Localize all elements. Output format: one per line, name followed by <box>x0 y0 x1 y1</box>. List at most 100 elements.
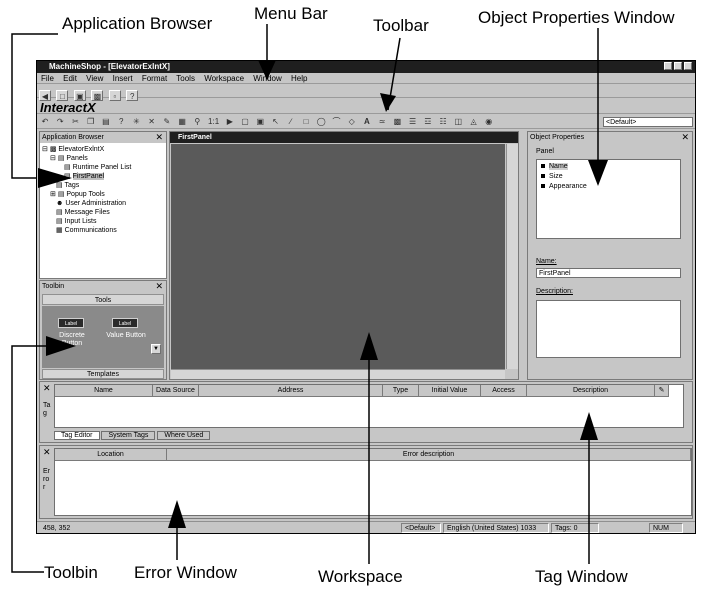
tree-item-firstpanel[interactable]: ▤ FirstPanel <box>42 172 131 181</box>
col-error-description[interactable]: Error description <box>167 449 691 461</box>
property-appearance[interactable]: Appearance <box>541 182 676 192</box>
cut-icon[interactable]: ✂ <box>69 116 81 127</box>
discrete-button-tool[interactable]: Label <box>58 318 84 328</box>
menu-format[interactable]: Format <box>142 74 167 83</box>
property-name[interactable]: Name <box>541 162 676 172</box>
col-initial-value[interactable]: Initial Value <box>419 385 481 397</box>
color-icon[interactable]: ◉ <box>483 116 495 127</box>
communications-icon: ▦ <box>56 227 63 234</box>
undo-icon[interactable]: ↶ <box>39 116 51 127</box>
list-icon: ▤ <box>64 164 71 171</box>
folder-icon: ▤ <box>56 218 63 225</box>
menu-window[interactable]: Window <box>253 74 281 83</box>
tree-item-communications[interactable]: ▦ Communications <box>42 226 131 235</box>
tree-item-input-lists[interactable]: ▤ Input Lists <box>42 217 131 226</box>
align-icon[interactable]: ☰ <box>407 116 419 127</box>
col-description[interactable]: Description <box>527 385 655 397</box>
menu-edit[interactable]: Edit <box>63 74 77 83</box>
workspace-vertical-scrollbar[interactable] <box>506 144 518 369</box>
zoom-actual-icon[interactable]: 1:1 <box>207 116 221 127</box>
close-button[interactable] <box>684 62 692 70</box>
tab-tag-editor[interactable]: Tag Editor <box>54 431 100 440</box>
delete-icon[interactable]: ✕ <box>146 116 158 127</box>
style-select[interactable]: <Default> <box>603 117 693 127</box>
col-access[interactable]: Access <box>481 385 527 397</box>
property-list: Name Size Appearance <box>536 159 681 239</box>
edit-column-icon[interactable]: ✎ <box>655 385 669 397</box>
close-icon[interactable]: ✕ <box>155 281 163 292</box>
callout-tag-window: Tag Window <box>535 567 628 586</box>
bullet-icon <box>541 174 545 179</box>
text-icon[interactable]: A <box>361 116 373 127</box>
group-icon[interactable]: ◫ <box>452 116 464 127</box>
description-field[interactable] <box>536 300 681 358</box>
line-icon[interactable]: ∕ <box>285 116 297 127</box>
close-icon[interactable]: ✕ <box>43 447 51 458</box>
help-pointer-icon[interactable]: ? <box>115 116 127 127</box>
col-data-source[interactable]: Data Source <box>153 385 199 397</box>
col-type[interactable]: Type <box>383 385 419 397</box>
close-icon[interactable]: ✕ <box>43 383 51 394</box>
callout-toolbin: Toolbin <box>44 563 98 582</box>
run-icon[interactable]: ▶ <box>224 116 236 127</box>
scroll-down-icon[interactable]: ▼ <box>151 344 161 354</box>
workspace-horizontal-scrollbar[interactable] <box>171 369 505 379</box>
tree-item-panels[interactable]: ⊟ ▤ Panels <box>42 154 131 163</box>
copy-icon[interactable]: ❐ <box>85 116 97 127</box>
tag-grid: Name Data Source Address Type Initial Va… <box>54 384 684 428</box>
error-list: Location Error description <box>54 448 692 516</box>
minimize-button[interactable] <box>664 62 673 70</box>
distribute-icon[interactable]: ☲ <box>422 116 434 127</box>
ungroup-icon[interactable]: ◬ <box>468 116 480 127</box>
menu-tools[interactable]: Tools <box>176 74 195 83</box>
tree-item-message-files[interactable]: ▤ Message Files <box>42 208 131 217</box>
close-icon[interactable]: ✕ <box>155 132 163 143</box>
property-size[interactable]: Size <box>541 172 676 182</box>
col-name[interactable]: Name <box>55 385 153 397</box>
sparkle-icon[interactable]: ✳ <box>130 116 142 127</box>
menu-workspace[interactable]: Workspace <box>204 74 244 83</box>
edit-icon[interactable]: ✎ <box>161 116 173 127</box>
tab-system-tags[interactable]: System Tags <box>101 431 156 440</box>
panel-icon[interactable]: ▢ <box>239 116 251 127</box>
close-icon[interactable]: ✕ <box>681 132 689 143</box>
arc-icon[interactable]: ⌒ <box>330 116 342 127</box>
restore-button[interactable] <box>674 62 683 70</box>
tab-where-used[interactable]: Where Used <box>157 431 211 440</box>
image-icon[interactable]: ▩ <box>391 116 403 127</box>
menu-insert[interactable]: Insert <box>113 74 133 83</box>
polygon-icon[interactable]: ◇ <box>346 116 358 127</box>
tree-item-root[interactable]: ⊟ ▩ ElevatorExlntX <box>42 145 131 154</box>
folder-icon: ▤ <box>56 209 63 216</box>
col-address[interactable]: Address <box>199 385 383 397</box>
cursor-coordinates: 458, 352 <box>43 525 71 532</box>
tree-item-tags[interactable]: ▤ Tags <box>42 181 131 190</box>
paste-icon[interactable]: ▤ <box>100 116 112 127</box>
redo-icon[interactable]: ↷ <box>54 116 66 127</box>
tree-item-runtime-panel-list[interactable]: ▤ Runtime Panel List <box>42 163 131 172</box>
toolbin-tools-header[interactable]: Tools <box>42 294 164 305</box>
name-field[interactable]: FirstPanel <box>536 268 681 278</box>
menu-help[interactable]: Help <box>291 74 307 83</box>
window-icon[interactable]: ▣ <box>254 116 266 127</box>
menu-view[interactable]: View <box>86 74 103 83</box>
zoom-icon[interactable]: ⚲ <box>191 116 203 127</box>
callout-error-window: Error Window <box>134 563 237 582</box>
toolbin-templates-header[interactable]: Templates <box>42 369 164 379</box>
menu-file[interactable]: File <box>41 74 54 83</box>
workspace-canvas[interactable] <box>171 144 505 369</box>
name-label: Name: <box>536 258 557 265</box>
tree-item-popup-tools[interactable]: ⊞ ▤ Popup Tools <box>42 190 131 199</box>
callout-menu-bar: Menu Bar <box>254 4 328 23</box>
ellipse-icon[interactable]: ◯ <box>315 116 327 127</box>
polyline-icon[interactable]: ≃ <box>376 116 388 127</box>
drawing-toolbar: ↶ ↷ ✂ ❐ ▤ ? ✳ ✕ ✎ ▦ ⚲ 1:1 ▶ ▢ ▣ ↖ ∕ □ ◯ … <box>37 115 695 129</box>
order-icon[interactable]: ☷ <box>437 116 449 127</box>
value-button-tool[interactable]: Label <box>112 318 138 328</box>
pointer-icon[interactable]: ↖ <box>270 116 282 127</box>
callout-workspace: Workspace <box>318 567 403 586</box>
grid-icon[interactable]: ▦ <box>176 116 188 127</box>
rectangle-icon[interactable]: □ <box>300 116 312 127</box>
tree-item-user-administration[interactable]: ☻ User Administration <box>42 199 131 208</box>
col-location[interactable]: Location <box>55 449 167 461</box>
